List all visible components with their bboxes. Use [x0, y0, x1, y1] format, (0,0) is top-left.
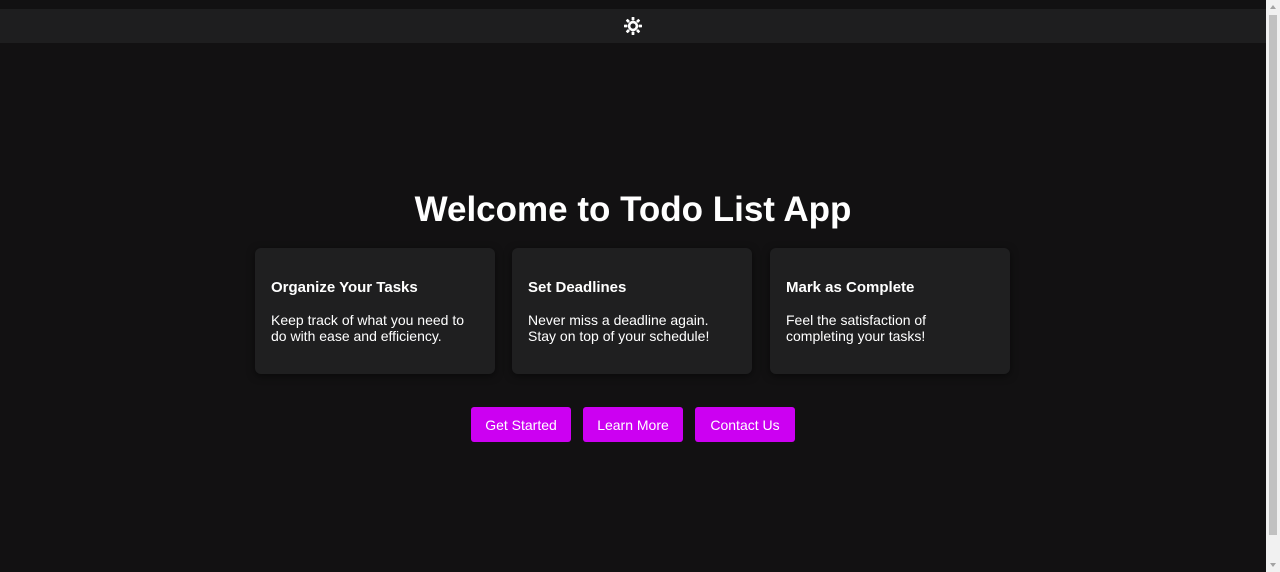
page: Welcome to Todo List App Organize Your T…: [0, 0, 1280, 572]
feature-card-title: Set Deadlines: [528, 279, 627, 296]
get-started-button[interactable]: Get Started: [471, 407, 571, 442]
feature-card-description: Feel the satisfaction of completing your…: [786, 312, 927, 344]
page-title: Welcome to Todo List App: [414, 190, 852, 229]
feature-card-description: Keep track of what you need to do with e…: [271, 312, 465, 344]
scroll-up-arrow-icon[interactable]: [1266, 0, 1280, 14]
feature-card-title: Organize Your Tasks: [271, 279, 418, 296]
vertical-scrollbar[interactable]: [1266, 0, 1280, 572]
sun-icon: [624, 17, 642, 35]
scrollbar-thumb[interactable]: [1269, 15, 1277, 535]
scroll-down-arrow-icon[interactable]: [1266, 558, 1280, 572]
feature-card-organize: Organize Your Tasks Keep track of what y…: [255, 248, 495, 374]
theme-toggle-button[interactable]: [622, 15, 644, 37]
contact-us-button[interactable]: Contact Us: [695, 407, 795, 442]
top-navbar: [0, 9, 1266, 43]
learn-more-button[interactable]: Learn More: [583, 407, 683, 442]
feature-card-deadlines: Set Deadlines Never miss a deadline agai…: [512, 248, 752, 374]
feature-card-complete: Mark as Complete Feel the satisfaction o…: [770, 248, 1010, 374]
top-strip: [0, 0, 1266, 9]
feature-card-description: Never miss a deadline again. Stay on top…: [528, 312, 710, 344]
feature-card-title: Mark as Complete: [786, 279, 915, 296]
feature-cards: Organize Your Tasks Keep track of what y…: [255, 248, 1013, 374]
